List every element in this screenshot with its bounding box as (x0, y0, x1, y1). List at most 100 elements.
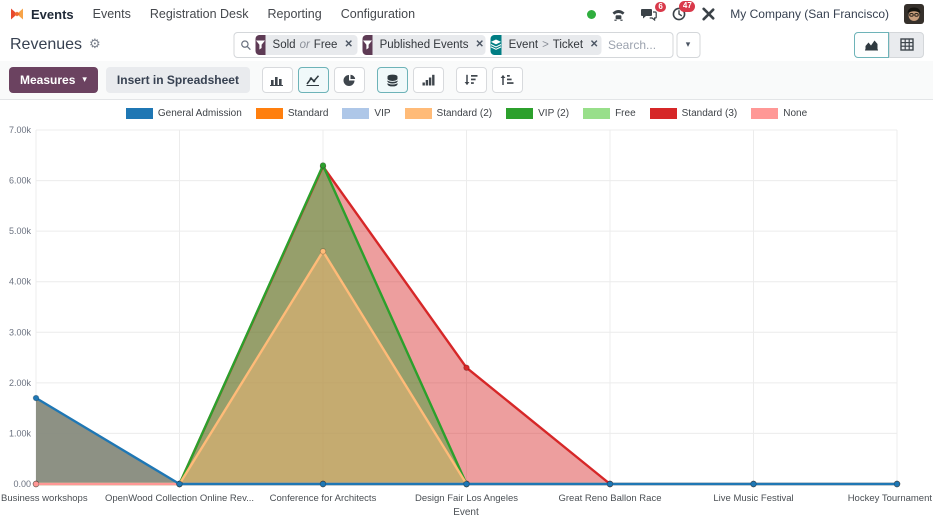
facet-remove-icon[interactable]: ✕ (344, 39, 352, 50)
company-name[interactable]: My Company (San Francisco) (730, 7, 889, 21)
svg-text:Design Fair Los Angeles: Design Fair Los Angeles (415, 493, 518, 504)
graph-toolbar: Measures▾ Insert in Spreadsheet (0, 61, 933, 100)
facet-group-by-event-ticket[interactable]: Event > Ticket ✕ (491, 35, 601, 55)
svg-text:Event: Event (453, 507, 479, 518)
group-by-layers-icon (491, 35, 502, 55)
svg-text:4.00k: 4.00k (9, 277, 32, 287)
svg-text:Conference for Architects: Conference for Architects (270, 493, 377, 504)
app-name: Events (31, 7, 74, 22)
odoo-logo-icon (9, 6, 25, 22)
search-input[interactable] (606, 37, 666, 53)
svg-text:0.00: 0.00 (13, 479, 31, 489)
cumulative-toggle-button[interactable] (413, 67, 444, 93)
sort-ascending-button[interactable] (492, 67, 523, 93)
measures-button[interactable]: Measures▾ (9, 67, 98, 93)
legend-item[interactable]: Standard (3) (650, 108, 738, 119)
pie-chart-mode-button[interactable] (334, 67, 365, 93)
svg-text:Live Music Festival: Live Music Festival (713, 493, 793, 504)
menu-events[interactable]: Events (93, 7, 131, 21)
line-chart-icon (306, 74, 320, 86)
area-chart-icon (864, 38, 879, 51)
svg-text:2.00k: 2.00k (9, 378, 32, 388)
legend-swatch (751, 108, 778, 119)
legend-swatch (583, 108, 610, 119)
facet-remove-icon[interactable]: ✕ (475, 39, 483, 50)
facet-label: Sold (273, 39, 296, 51)
view-switcher (854, 32, 924, 58)
svg-text:6.00k: 6.00k (9, 176, 32, 186)
legend-item[interactable]: Free (583, 108, 636, 119)
online-status-dot (587, 10, 596, 19)
legend-label: None (783, 108, 807, 119)
legend-label: VIP (374, 108, 390, 119)
svg-text:1.00k: 1.00k (9, 428, 32, 438)
menu-configuration[interactable]: Configuration (341, 7, 415, 21)
legend-swatch (256, 108, 283, 119)
facet-label: Free (314, 39, 338, 51)
legend-label: Free (615, 108, 636, 119)
legend-swatch (126, 108, 153, 119)
svg-text:Great Reno Ballon Race: Great Reno Ballon Race (559, 493, 662, 504)
voip-phone-icon[interactable] (611, 8, 626, 21)
user-avatar[interactable] (904, 4, 924, 24)
legend-swatch (506, 108, 533, 119)
ascending-bars-icon (422, 74, 435, 86)
database-stack-icon (386, 74, 399, 87)
svg-text:5.00k: 5.00k (9, 226, 32, 236)
graph-view-button[interactable] (854, 32, 889, 58)
facet-separator: > (542, 39, 549, 51)
legend-item[interactable]: VIP (2) (506, 108, 569, 119)
search-area: Sold or Free ✕ Published Events ✕ (233, 32, 700, 58)
filter-icon (363, 35, 373, 55)
actions-gear-icon[interactable]: ⚙ (89, 37, 101, 52)
svg-text:Hockey Tournament: Hockey Tournament (848, 493, 933, 504)
legend-swatch (650, 108, 677, 119)
insert-in-spreadsheet-button[interactable]: Insert in Spreadsheet (106, 67, 250, 93)
search-options-toggle[interactable]: ▾ (676, 32, 700, 58)
sort-descending-button[interactable] (456, 67, 487, 93)
pivot-table-icon (900, 38, 914, 51)
sort-amount-desc-icon (464, 74, 478, 86)
bar-chart-mode-button[interactable] (262, 67, 293, 93)
menu-reporting[interactable]: Reporting (268, 7, 322, 21)
filter-icon (256, 35, 266, 55)
bar-chart-icon (270, 74, 284, 86)
facet-or: or (300, 39, 310, 51)
legend-item[interactable]: None (751, 108, 807, 119)
stacked-toggle-button[interactable] (377, 67, 408, 93)
legend-label: Standard (3) (682, 108, 738, 119)
control-panel: Revenues ⚙ Sold or Free ✕ (0, 28, 933, 61)
messages-icon[interactable]: 6 (641, 8, 657, 21)
caret-down-icon: ▾ (82, 75, 87, 85)
sort-amount-asc-icon (500, 74, 514, 86)
svg-text:7.00k: 7.00k (9, 125, 32, 135)
facet-published-events[interactable]: Published Events ✕ (363, 35, 486, 55)
page-title: Revenues (10, 36, 82, 54)
activities-clock-icon[interactable]: 47 (672, 7, 686, 21)
line-chart-mode-button[interactable] (298, 67, 329, 93)
legend-item[interactable]: VIP (342, 108, 390, 119)
svg-text:OpenWood Collection Online Rev: OpenWood Collection Online Rev... (105, 493, 254, 504)
search-icon (240, 39, 251, 51)
app-brand[interactable]: Events (9, 6, 74, 22)
facet-field: Event (509, 39, 538, 51)
legend-item[interactable]: Standard (2) (405, 108, 493, 119)
facet-label: Published Events (380, 39, 469, 51)
pie-chart-icon (343, 74, 356, 87)
svg-text:Business workshops: Business workshops (1, 493, 88, 504)
facet-remove-icon[interactable]: ✕ (590, 39, 598, 50)
chart-legend: General Admission Standard VIP Standard (2)… (0, 100, 933, 124)
legend-swatch (405, 108, 432, 119)
legend-item[interactable]: General Admission (126, 108, 242, 119)
facet-sold-or-free[interactable]: Sold or Free ✕ (256, 35, 358, 55)
pivot-view-button[interactable] (889, 32, 924, 58)
tools-icon[interactable] (701, 7, 715, 21)
top-navbar: Events Events Registration Desk Reportin… (0, 0, 933, 28)
legend-label: Standard (2) (437, 108, 493, 119)
legend-label: Standard (288, 108, 329, 119)
legend-swatch (342, 108, 369, 119)
svg-text:3.00k: 3.00k (9, 327, 32, 337)
menu-registration-desk[interactable]: Registration Desk (150, 7, 249, 21)
legend-item[interactable]: Standard (256, 108, 329, 119)
search-bar[interactable]: Sold or Free ✕ Published Events ✕ (233, 32, 673, 58)
